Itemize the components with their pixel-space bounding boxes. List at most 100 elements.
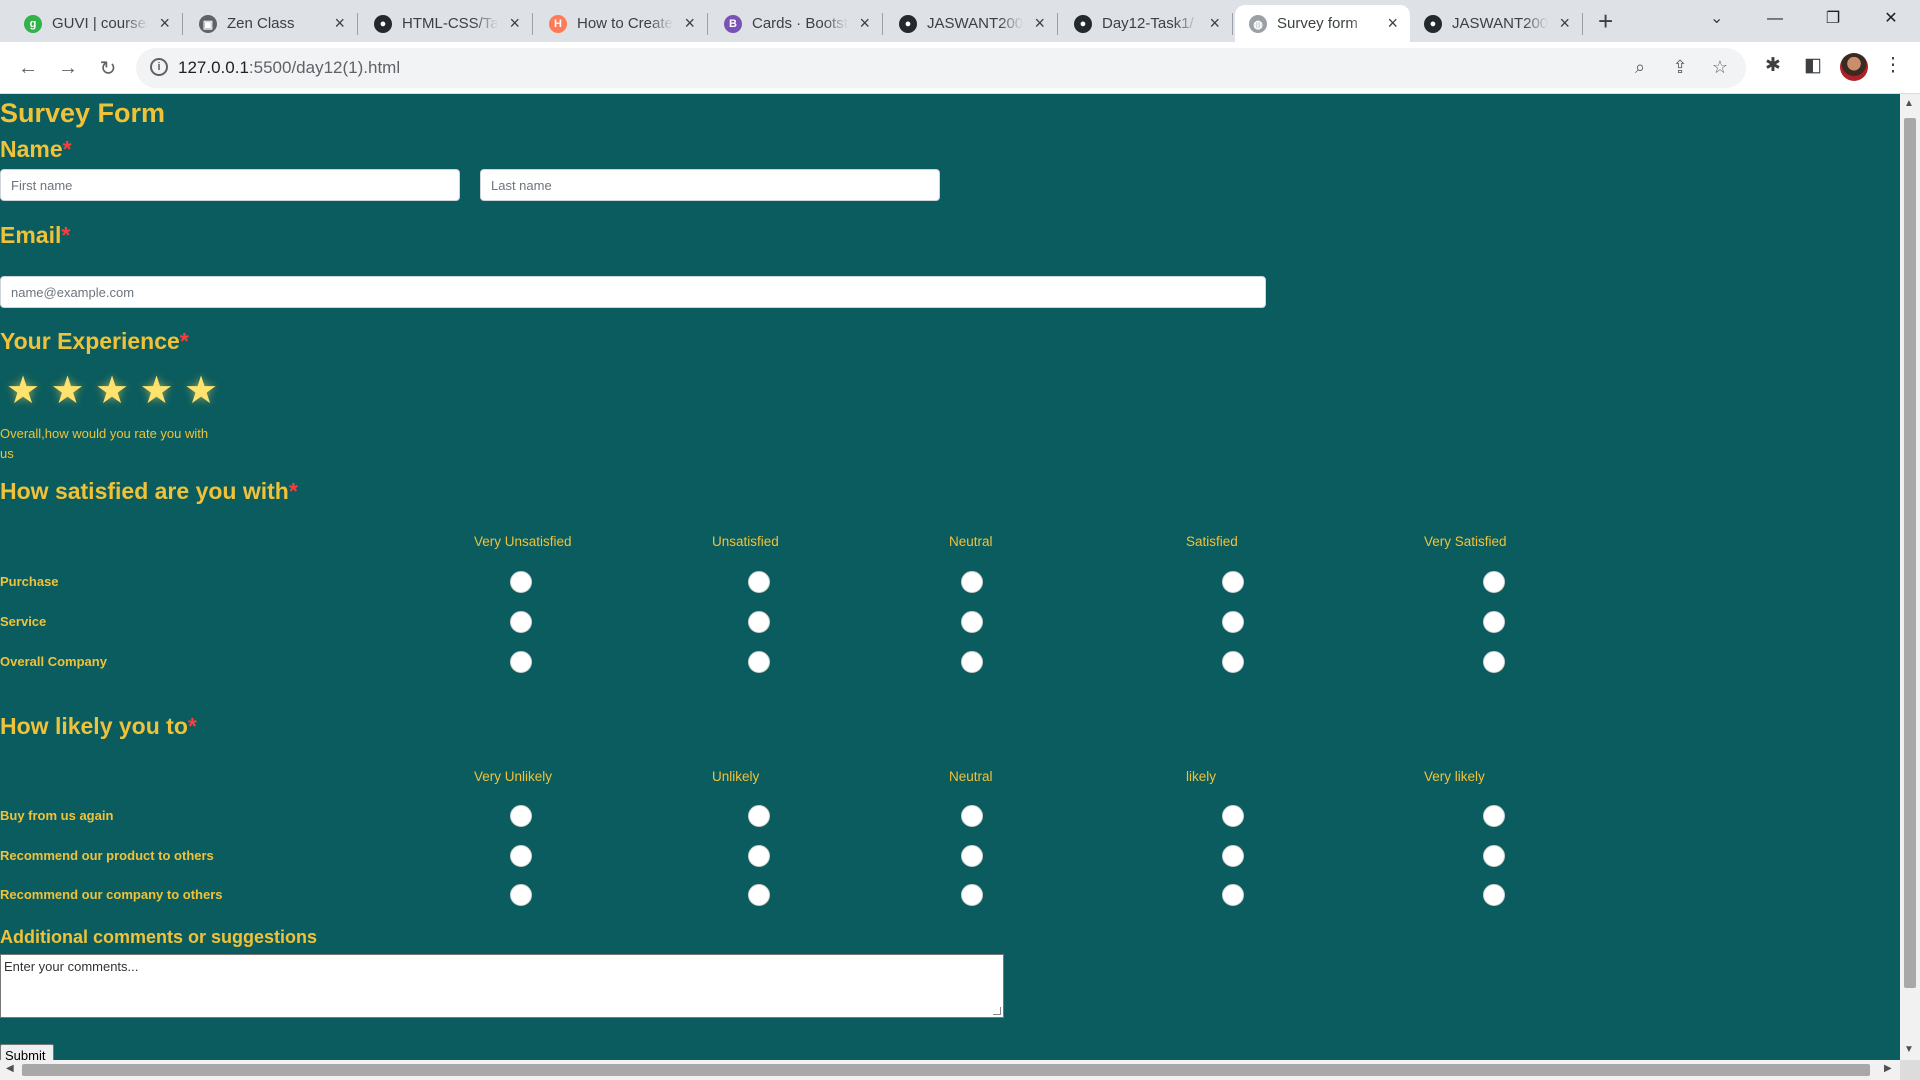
menu-icon[interactable]: ⋮ [1880,54,1906,77]
minimize-icon[interactable]: — [1752,4,1798,34]
radio-button[interactable] [961,651,983,673]
vertical-scrollbar[interactable]: ▲ ▼ [1900,94,1920,1060]
close-tab-icon[interactable]: × [1387,13,1398,33]
radio-button[interactable] [748,571,770,593]
zoom-icon[interactable]: ⌕ [1628,57,1652,78]
radio-button[interactable] [961,884,983,906]
browser-tab[interactable]: H How to Create × [535,5,708,42]
radio-button[interactable] [1483,884,1505,906]
scroll-right-icon[interactable]: ▶ [1884,1063,1892,1074]
comments-textarea[interactable]: Enter your comments... [0,954,1004,1018]
star-icon[interactable]: ★ [51,371,85,411]
close-tab-icon[interactable]: × [684,13,695,33]
radio-button[interactable] [961,611,983,633]
horizontal-scrollbar[interactable]: ◀ ▶ [0,1060,1900,1080]
star-icon[interactable]: ★ [184,371,218,411]
radio-button[interactable] [1222,571,1244,593]
guvi-icon: g [24,15,42,33]
radio-button[interactable] [961,571,983,593]
radio-button[interactable] [1483,845,1505,867]
first-name-input[interactable]: First name [0,169,460,201]
bookmark-star-icon[interactable]: ☆ [1708,57,1732,78]
close-tab-icon[interactable]: × [1034,13,1045,33]
name-heading: Name* [0,136,72,163]
radio-button[interactable] [748,845,770,867]
close-tab-icon[interactable]: × [509,13,520,33]
profile-avatar[interactable] [1840,53,1868,81]
radio-button[interactable] [1483,611,1505,633]
restore-icon[interactable]: ❐ [1810,4,1856,34]
scroll-down-icon[interactable]: ▼ [1904,1044,1914,1055]
star-icon[interactable]: ★ [95,371,129,411]
last-name-input[interactable]: Last name [480,169,940,201]
radio-button[interactable] [1483,571,1505,593]
share-icon[interactable]: ⇪ [1668,57,1692,78]
close-window-icon[interactable]: ✕ [1868,4,1914,34]
submit-button[interactable]: Submit [0,1044,54,1060]
browser-tab[interactable]: ● HTML-CSS/Tasks × [360,5,533,42]
name-label: Name [0,136,63,162]
tab-title: HTML-CSS/Tasks [402,15,498,32]
reload-icon[interactable]: ↻ [94,54,122,82]
email-input[interactable]: name@example.com [0,276,1266,308]
forward-icon[interactable]: → [54,54,82,82]
side-panel-icon[interactable]: ◧ [1800,54,1826,77]
radio-button[interactable] [748,651,770,673]
close-tab-icon[interactable]: × [159,13,170,33]
extensions-icon[interactable]: ✱ [1760,54,1786,77]
satisfied-heading: How satisfied are you with* [0,478,298,505]
radio-button[interactable] [748,884,770,906]
browser-tab[interactable]: ● JASWANT2000 × [885,5,1058,42]
radio-button[interactable] [510,571,532,593]
radio-button[interactable] [961,805,983,827]
radio-button[interactable] [1483,651,1505,673]
github-icon: ● [1074,15,1092,33]
close-tab-icon[interactable]: × [334,13,345,33]
scroll-up-icon[interactable]: ▲ [1904,98,1914,109]
tab-title: Survey form [1277,15,1358,32]
radio-button[interactable] [961,845,983,867]
required-mark: * [187,713,197,739]
star-icon[interactable]: ★ [140,371,174,411]
radio-button[interactable] [1222,611,1244,633]
browser-tab[interactable]: B Cards · Bootstrap × [710,5,883,42]
browser-tab[interactable]: ● Day12-Task1/ × [1060,5,1233,42]
browser-tab[interactable]: ● JASWANT2000 × [1410,5,1583,42]
required-mark: * [62,136,72,162]
radio-button[interactable] [748,805,770,827]
radio-button[interactable] [510,845,532,867]
experience-label: Your Experience [0,328,180,354]
radio-button[interactable] [510,651,532,673]
radio-button[interactable] [748,611,770,633]
site-info-icon[interactable]: i [150,58,168,76]
browser-tab[interactable]: g GUVI | courses × [10,5,183,42]
browser-tab[interactable]: ▣ Zen Class × [185,5,358,42]
radio-button[interactable] [1222,805,1244,827]
tab-title: How to Create [577,15,673,32]
url-text[interactable]: 127.0.0.1:5500/day12(1).html [178,58,400,78]
tab-divider [1232,13,1233,35]
column-header: Neutral [949,534,993,549]
radio-button[interactable] [1222,845,1244,867]
star-icon[interactable]: ★ [6,371,40,411]
radio-button[interactable] [510,884,532,906]
radio-button[interactable] [1483,805,1505,827]
close-tab-icon[interactable]: × [859,13,870,33]
address-bar[interactable]: i 127.0.0.1:5500/day12(1).html ⌕ ⇪ ☆ [136,48,1746,88]
scroll-left-icon[interactable]: ◀ [6,1063,14,1074]
back-icon[interactable]: ← [14,54,42,82]
tab-divider [707,13,708,35]
vertical-scroll-thumb[interactable] [1904,118,1916,988]
new-tab-icon[interactable]: + [1598,8,1613,34]
horizontal-scroll-thumb[interactable] [22,1064,1870,1076]
page-viewport: Survey Form Name* First name Last name E… [0,94,1900,1060]
tab-search-icon[interactable]: ⌄ [1710,8,1723,28]
resize-handle-icon[interactable] [993,1007,1001,1015]
radio-button[interactable] [1222,884,1244,906]
radio-button[interactable] [510,611,532,633]
radio-button[interactable] [1222,651,1244,673]
browser-tab[interactable]: ◍ Survey form × [1235,5,1410,42]
close-tab-icon[interactable]: × [1559,13,1570,33]
close-tab-icon[interactable]: × [1209,13,1220,33]
radio-button[interactable] [510,805,532,827]
